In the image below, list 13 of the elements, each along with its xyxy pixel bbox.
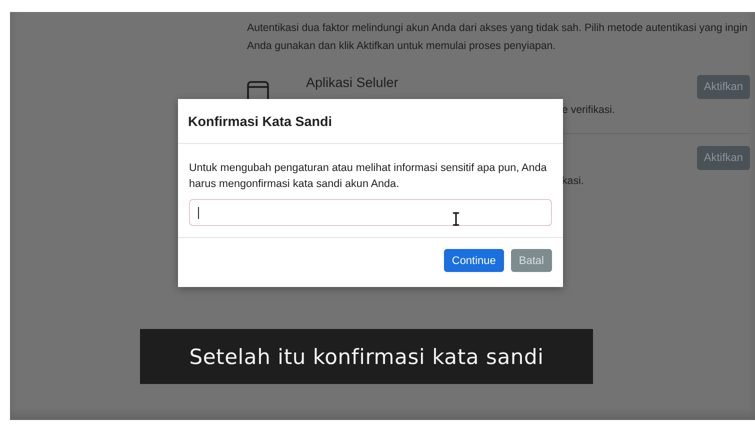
intro-text: Autentikasi dua faktor melindungi akun Anda dari akses yang tidak sah. Pilih metode autentikasi yang ingin Anda gunakan dan klik Aktifkan untuk memulai proses penyiapan. [247, 21, 749, 54]
continue-button[interactable]: Continue [444, 249, 504, 272]
subtitle-caption: Setelah itu konfirmasi kata sandi [140, 329, 593, 384]
password-field[interactable] [189, 199, 552, 226]
method-title: Aplikasi Seluler [306, 75, 398, 90]
dialog-title: Konfirmasi Kata Sandi [188, 114, 332, 128]
activate-button[interactable]: Aktifkan [696, 75, 750, 99]
phone-icon [247, 81, 269, 101]
activate-button[interactable]: Aktifkan [696, 146, 750, 170]
dialog-message: Untuk mengubah pengaturan atau melihat informasi sensitif apa pun, Anda harus mengonfirmasi kata sandi akun Anda. [189, 161, 548, 192]
text-caret [198, 207, 199, 219]
cancel-button[interactable]: Batal [510, 249, 552, 272]
text-cursor-icon [452, 212, 460, 226]
